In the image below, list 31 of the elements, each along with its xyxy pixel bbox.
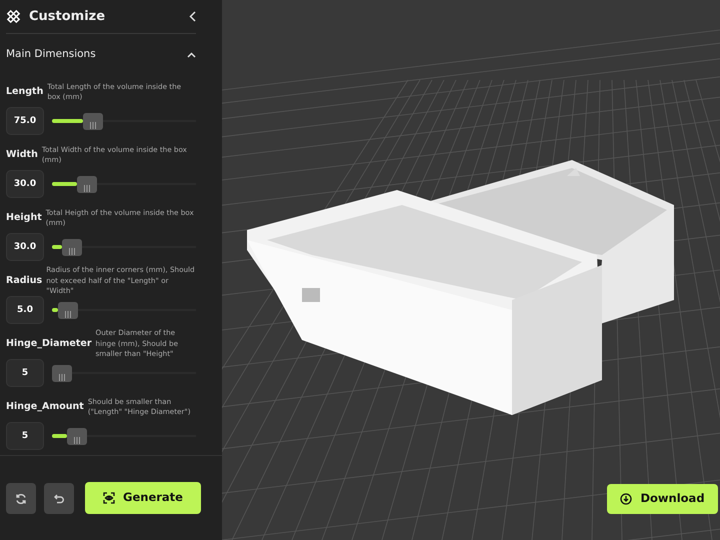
slider-thumb[interactable] bbox=[76, 176, 97, 193]
parameter-label: Length bbox=[6, 84, 44, 99]
number-field[interactable]: 5 bbox=[6, 359, 44, 388]
undo-icon bbox=[53, 492, 65, 505]
number-field[interactable]: 5.0 bbox=[6, 296, 44, 324]
collapse-icon[interactable] bbox=[189, 10, 196, 22]
generate-button[interactable]: Generate bbox=[85, 482, 201, 514]
parameter-label: Hinge_Diameter bbox=[6, 336, 92, 351]
tools-icon bbox=[6, 8, 21, 24]
download-button[interactable]: Download bbox=[607, 484, 718, 514]
slider-thumb[interactable] bbox=[58, 302, 78, 319]
slider-thumb[interactable] bbox=[66, 428, 87, 445]
number-field[interactable]: 75.0 bbox=[6, 107, 44, 136]
slider-thumb[interactable] bbox=[52, 364, 72, 382]
caret-up-icon[interactable] bbox=[187, 52, 196, 58]
parameter-label: Height bbox=[6, 210, 42, 225]
number-field[interactable]: 30.0 bbox=[6, 170, 44, 198]
refresh-icon bbox=[15, 492, 27, 505]
download-icon bbox=[620, 493, 632, 505]
number-field[interactable]: 30.0 bbox=[6, 233, 44, 262]
number-field[interactable]: 5 bbox=[6, 422, 44, 450]
slider-thumb[interactable] bbox=[62, 238, 82, 256]
parameter-label: Hinge_Amount bbox=[6, 400, 84, 414]
section-title[interactable]: Main Dimensions bbox=[6, 47, 187, 64]
parameter-label: Radius bbox=[6, 274, 42, 288]
refresh-button[interactable] bbox=[6, 482, 36, 514]
slider-thumb[interactable] bbox=[83, 112, 103, 130]
panel-title: Customize bbox=[29, 8, 106, 26]
undo-button[interactable] bbox=[44, 482, 74, 514]
scan-eye-icon bbox=[103, 492, 116, 504]
parameter-label: Width bbox=[6, 148, 38, 162]
